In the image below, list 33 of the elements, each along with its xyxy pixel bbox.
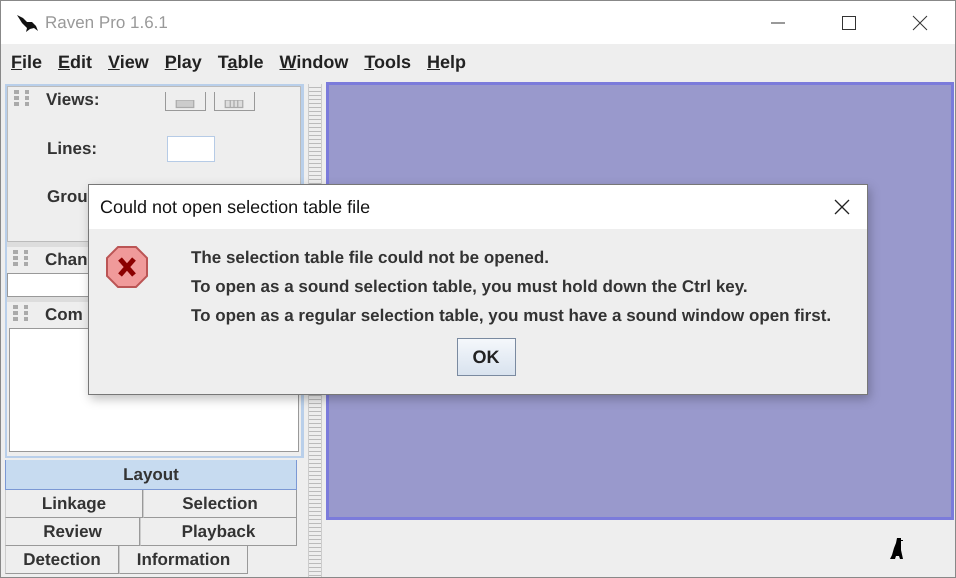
menu-item[interactable]: Play xyxy=(160,50,207,74)
tab[interactable]: Detection xyxy=(5,546,119,574)
tab[interactable]: Linkage xyxy=(5,490,143,518)
message-text: To open as a sound selection table, you must hold down the Ctrl key. xyxy=(191,277,749,297)
tab[interactable]: Layout xyxy=(5,460,297,490)
close-icon[interactable] xyxy=(834,199,850,215)
vertical-layout-button[interactable] xyxy=(214,92,255,111)
field-label: Lines: xyxy=(47,139,98,159)
menu-item[interactable]: Table xyxy=(212,50,268,74)
section-title: Chan xyxy=(45,250,88,270)
tab[interactable]: Information xyxy=(119,546,248,574)
section-title: Views: xyxy=(46,90,100,110)
raven-icon xyxy=(889,538,905,560)
error-icon xyxy=(105,245,149,289)
menu-item[interactable]: File xyxy=(6,50,48,74)
field-label: Grou xyxy=(47,187,88,207)
menu-item[interactable]: Help xyxy=(422,50,472,74)
tab[interactable]: Selection xyxy=(143,490,297,518)
lines-field[interactable] xyxy=(167,136,216,162)
menu-item[interactable]: View xyxy=(103,50,154,74)
section-title: Com xyxy=(45,305,83,325)
dialog-title: Could not open selection table file xyxy=(100,196,370,218)
menu-item[interactable]: Tools xyxy=(359,50,416,74)
menu-item[interactable]: Window xyxy=(274,50,354,74)
window-title: Raven Pro 1.6.1 xyxy=(45,12,168,32)
message-text: To open as a regular selection table, you must have a sound window open first. xyxy=(191,306,832,326)
message-text: The selection table file could not be opened. xyxy=(191,248,550,268)
tab[interactable]: Playback xyxy=(140,518,297,546)
ok-button[interactable]: OK xyxy=(456,338,516,376)
tab[interactable]: Review xyxy=(5,518,140,546)
horizontal-layout-button[interactable] xyxy=(164,92,206,111)
raven-icon xyxy=(15,12,39,32)
menu-item[interactable]: Edit xyxy=(53,50,98,74)
